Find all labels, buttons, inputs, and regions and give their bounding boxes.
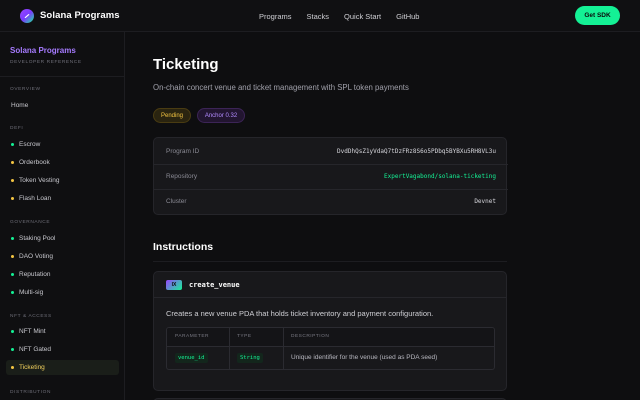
status-dot-icon [11,143,14,146]
sidebar: Solana Programs DEVELOPER REFERENCE OVER… [0,32,125,400]
sidebar-item-home[interactable]: Home [6,98,119,113]
sidebar-item-reputation[interactable]: Reputation [6,267,119,282]
column-divider [229,328,230,369]
sidebar-section-overview: OVERVIEW [10,87,41,92]
sidebar-item-label: Flash Loan [19,195,52,202]
nav-link-github[interactable]: GitHub [396,12,419,21]
sidebar-section-defi: DEFI [10,126,24,131]
column-header: TYPE [237,334,252,339]
table-header: PARAMETER TYPE DESCRIPTION [167,328,494,347]
sidebar-item-label: Staking Pool [19,235,56,242]
sidebar-divider [0,76,124,77]
status-dot-icon [11,291,14,294]
nav-link-quick-start[interactable]: Quick Start [344,12,381,21]
sidebar-item-orderbook[interactable]: Orderbook [6,155,119,170]
param-type: String [237,353,263,363]
status-badge: Pending [153,108,191,123]
sidebar-section-governance: GOVERNANCE [10,220,51,225]
page-title: Ticketing [153,56,219,73]
info-key: Repository [166,173,198,180]
info-row-program-id: Program ID DvdDhQsZ1yVdaQ7tDzFRz8S6o5PDb… [166,139,496,164]
framework-badge: Anchor 0.32 [197,108,245,123]
status-dot-icon [11,179,14,182]
column-divider [283,328,284,369]
param-name: venue_id [175,353,208,363]
sidebar-item-label: Escrow [19,141,41,148]
param-description: Unique identifier for the venue (used as… [291,354,438,361]
status-dot-icon [11,273,14,276]
sidebar-item-ticketing[interactable]: Ticketing [6,360,119,375]
status-dot-icon [11,161,14,164]
main-nav: Programs Stacks Quick Start GitHub [259,0,434,32]
sidebar-item-escrow[interactable]: Escrow [6,137,119,152]
top-navbar: Solana Programs Programs Stacks Quick St… [0,0,640,32]
instruction-card: IX create_venue Creates a new venue PDA … [153,271,507,391]
sidebar-section-nft-access: NFT & ACCESS [10,314,52,319]
ix-tag: IX [166,279,182,290]
instruction-header[interactable]: IX create_venue [154,272,506,298]
program-info-card: Program ID DvdDhQsZ1yVdaQ7tDzFRz8S6o5PDb… [153,137,508,215]
nav-link-programs[interactable]: Programs [259,12,292,21]
sidebar-item-label: DAO Voting [19,253,53,260]
brand-name: Solana Programs [40,10,120,21]
sidebar-item-dao-voting[interactable]: DAO Voting [6,249,119,264]
cluster-value: Devnet [474,198,496,205]
heading-divider [153,261,507,262]
status-dot-icon [11,255,14,258]
parameters-table: PARAMETER TYPE DESCRIPTION venue_id Stri… [166,327,495,370]
status-dot-icon [11,366,14,369]
instructions-heading: Instructions [153,241,214,253]
sidebar-item-staking-pool[interactable]: Staking Pool [6,231,119,246]
instruction-name: create_venue [189,280,240,289]
sidebar-item-label: NFT Mint [19,328,46,335]
program-id-value[interactable]: DvdDhQsZ1yVdaQ7tDzFRz8S6o5PDbq5BYBXu5RH8… [337,148,496,155]
info-key: Program ID [166,148,200,155]
info-row-repository: Repository ExpertVagabond/solana-ticketi… [166,164,496,189]
solana-logo-icon [20,8,34,23]
sidebar-item-label: Orderbook [19,159,50,166]
instruction-description: Creates a new venue PDA that holds ticke… [166,309,434,318]
sidebar-section-distribution: DISTRIBUTION [10,390,52,395]
sidebar-item-token-vesting[interactable]: Token Vesting [6,173,119,188]
sidebar-item-flash-loan[interactable]: Flash Loan [6,191,119,206]
sidebar-item-nft-gated[interactable]: NFT Gated [6,342,119,357]
sidebar-item-label: NFT Gated [19,346,52,353]
sidebar-subtitle: DEVELOPER REFERENCE [10,60,82,65]
sidebar-item-label: Reputation [19,271,51,278]
column-header: DESCRIPTION [291,334,330,339]
info-key: Cluster [166,198,187,205]
nav-link-stacks[interactable]: Stacks [307,12,330,21]
info-row-cluster: Cluster Devnet [166,189,496,214]
repository-link[interactable]: ExpertVagabond/solana-ticketing [384,173,496,180]
status-dot-icon [11,237,14,240]
sidebar-item-label: Token Vesting [19,177,60,184]
status-dot-icon [11,348,14,351]
sidebar-item-nft-mint[interactable]: NFT Mint [6,324,119,339]
sidebar-title: Solana Programs [10,46,76,55]
status-dot-icon [11,197,14,200]
sidebar-item-multi-sig[interactable]: Multi-sig [6,285,119,300]
page-subtitle: On-chain concert venue and ticket manage… [153,83,409,92]
main-content: Ticketing On-chain concert venue and tic… [125,32,640,400]
sidebar-item-label: Ticketing [19,364,45,371]
column-header: PARAMETER [175,334,209,339]
status-dot-icon [11,330,14,333]
sidebar-item-label: Home [11,102,29,109]
brand-link[interactable]: Solana Programs [20,8,120,23]
sidebar-item-label: Multi-sig [19,289,44,296]
get-sdk-button[interactable]: Get SDK [575,6,620,25]
